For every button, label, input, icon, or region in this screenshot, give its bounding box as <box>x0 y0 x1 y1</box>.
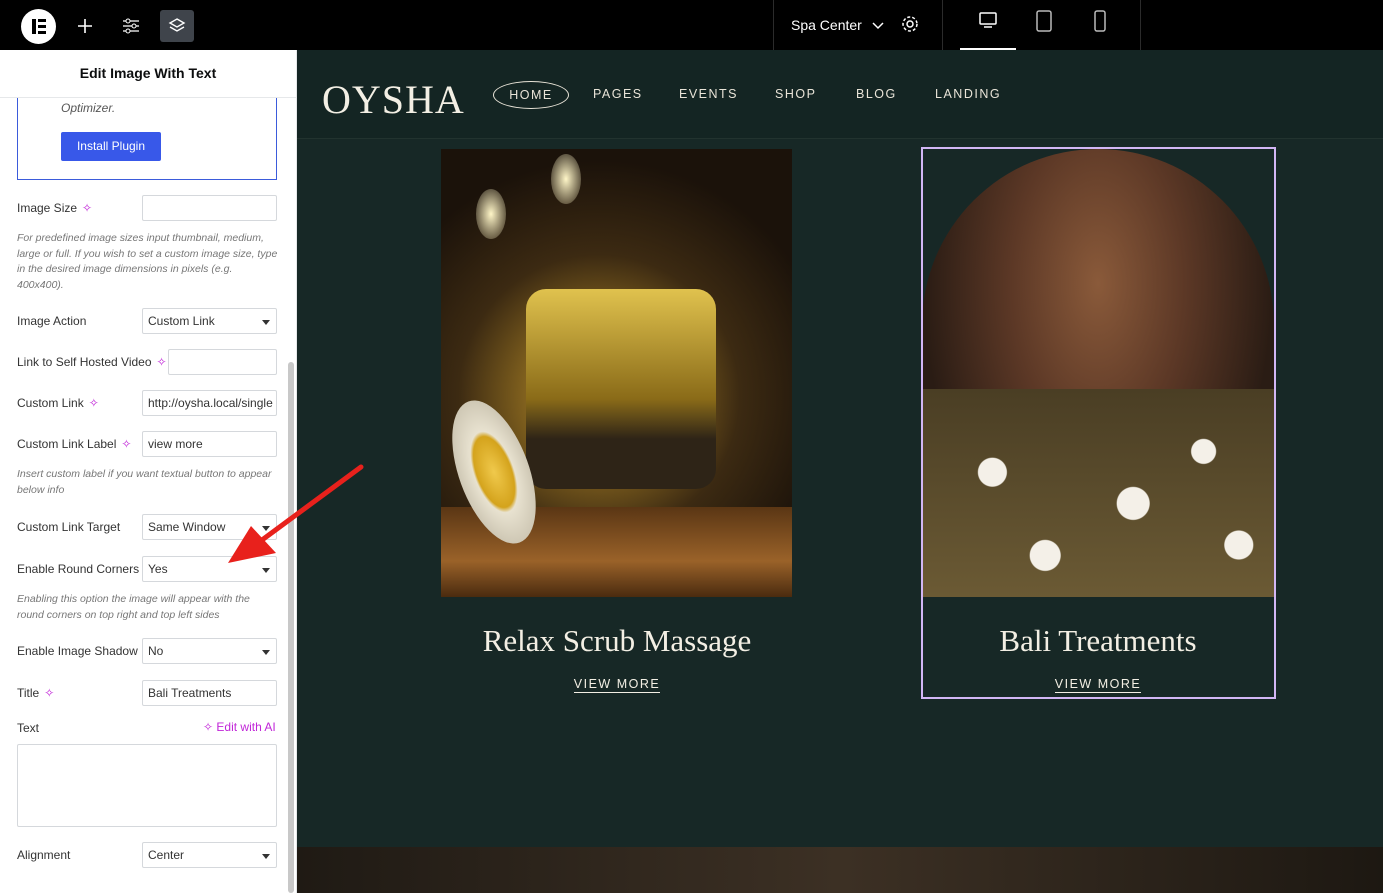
nav-shop[interactable]: SHOP <box>775 87 816 101</box>
round-corners-select[interactable]: Yes <box>142 556 277 582</box>
image-shadow-label: Enable Image Shadow <box>17 644 138 658</box>
alignment-select[interactable]: Center <box>142 842 277 868</box>
gear-icon[interactable] <box>900 14 920 37</box>
editor-topbar: Spa Center <box>0 0 1383 50</box>
mobile-icon[interactable] <box>1072 10 1128 50</box>
custom-link-label-help: Insert custom label if you want textual … <box>17 468 272 496</box>
site-header: OYSHA HOME PAGES EVENTS SHOP BLOG LANDIN… <box>297 50 1383 139</box>
card-link-relax-scrub[interactable]: VIEW MORE <box>557 677 677 693</box>
image-shadow-select[interactable]: No <box>142 638 277 664</box>
title-label: Title <box>17 686 40 700</box>
ai-sparkle-icon[interactable]: ✧ <box>82 201 92 215</box>
settings-sliders-icon[interactable] <box>114 10 148 42</box>
nav-landing[interactable]: LANDING <box>935 87 1001 101</box>
ai-sparkle-icon[interactable]: ✧ <box>157 355 167 369</box>
round-corners-row: Enable Round Corners Yes <box>17 556 277 582</box>
image-action-select[interactable]: Custom Link <box>142 308 277 334</box>
scrub-jar-image[interactable] <box>441 149 792 597</box>
card-link-bali[interactable]: VIEW MORE <box>1038 677 1158 693</box>
edit-with-ai-label: Edit with AI <box>216 720 276 734</box>
text-label: Text <box>17 721 40 735</box>
site-logo[interactable]: OYSHA <box>322 76 465 123</box>
card-title-relax-scrub: Relax Scrub Massage <box>482 623 752 658</box>
next-section-image <box>297 847 1383 893</box>
image-action-row: Image Action Custom Link <box>17 308 277 334</box>
ai-sparkle-icon[interactable]: ✧ <box>44 686 54 700</box>
image-size-help: For predefined image sizes input thumbna… <box>17 232 278 291</box>
video-link-label: Link to Self Hosted Video <box>17 355 152 369</box>
image-size-label: Image Size <box>17 201 78 215</box>
site-preview: OYSHA HOME PAGES EVENTS SHOP BLOG LANDIN… <box>297 50 1383 893</box>
title-input[interactable]: Bali Treatments <box>142 680 277 706</box>
selected-widget-outline <box>921 147 1276 699</box>
title-row: Title ✧ Bali Treatments <box>17 680 277 706</box>
custom-link-label: Custom Link <box>17 396 84 410</box>
image-shadow-row: Enable Image Shadow No <box>17 638 277 664</box>
notice-text: Optimizer. <box>61 101 116 115</box>
image-size-input[interactable] <box>142 195 277 221</box>
round-corners-label: Enable Round Corners <box>17 562 140 576</box>
nav-blog[interactable]: BLOG <box>856 87 897 101</box>
nav-home[interactable]: HOME <box>493 81 569 109</box>
card-title-bali: Bali Treatments <box>999 623 1197 658</box>
custom-link-target-select[interactable]: Same Window <box>142 514 277 540</box>
custom-link-input[interactable]: http://oysha.local/single <box>142 390 277 416</box>
chevron-down-icon <box>872 17 884 33</box>
custom-link-label-input[interactable]: view more <box>142 431 277 457</box>
alignment-row: Alignment Center <box>17 842 277 868</box>
site-selector-label: Spa Center <box>791 17 862 33</box>
custom-link-row: Custom Link ✧ http://oysha.local/single <box>17 390 277 416</box>
image-size-row: Image Size ✧ <box>17 195 277 221</box>
custom-link-target-row: Custom Link Target Same Window <box>17 514 277 540</box>
panel-title: Edit Image With Text <box>0 50 296 98</box>
alignment-label: Alignment <box>17 848 71 862</box>
round-corners-help: Enabling this option the image will appe… <box>17 593 250 621</box>
nav-pages[interactable]: PAGES <box>593 87 643 101</box>
video-link-input[interactable] <box>168 349 277 375</box>
editor-panel: Edit Image With Text Optimizer. Install … <box>0 50 297 893</box>
tablet-icon[interactable] <box>1016 10 1072 50</box>
text-textarea[interactable] <box>17 744 277 827</box>
custom-link-target-label: Custom Link Target <box>17 520 121 534</box>
device-switcher <box>945 0 1141 50</box>
add-element-icon[interactable] <box>68 10 102 42</box>
image-action-label: Image Action <box>17 314 87 328</box>
desktop-icon[interactable] <box>960 10 1016 50</box>
nav-events[interactable]: EVENTS <box>679 87 738 101</box>
panel-scrollbar[interactable] <box>288 362 294 893</box>
edit-with-ai-button[interactable]: ✧ Edit with AI <box>203 720 276 734</box>
layers-icon[interactable] <box>160 10 194 42</box>
elementor-logo-icon[interactable] <box>21 9 56 44</box>
ai-sparkle-icon[interactable]: ✧ <box>89 396 99 410</box>
ai-sparkle-icon[interactable]: ✧ <box>121 437 131 451</box>
install-plugin-button[interactable]: Install Plugin <box>61 132 161 161</box>
custom-link-label-row: Custom Link Label ✧ view more <box>17 431 277 457</box>
video-link-row: Link to Self Hosted Video ✧ <box>17 349 277 375</box>
custom-link-label-label: Custom Link Label <box>17 437 117 451</box>
plugin-notice: Optimizer. Install Plugin <box>17 98 277 180</box>
